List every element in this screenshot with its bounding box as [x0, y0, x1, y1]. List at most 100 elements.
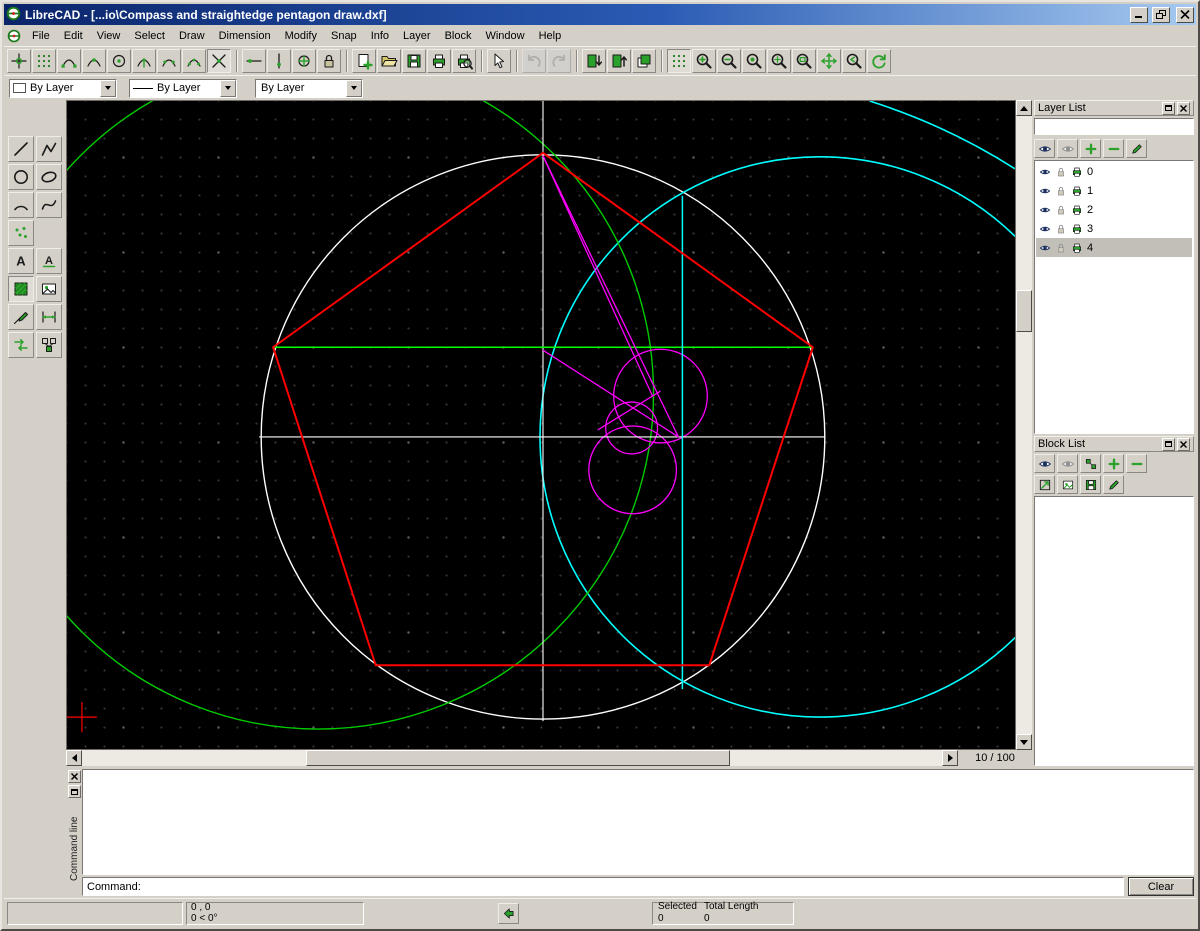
new-drawing-button[interactable] — [352, 49, 376, 73]
scroll-up-button[interactable] — [1016, 100, 1032, 116]
menu-help[interactable]: Help — [532, 27, 569, 45]
menu-snap[interactable]: Snap — [324, 27, 364, 45]
layer-print-icon[interactable] — [1071, 185, 1083, 197]
linewidth-dropdown-button[interactable] — [346, 80, 362, 97]
layer-lock-icon[interactable] — [1055, 223, 1067, 235]
tool-modify-button[interactable] — [8, 332, 34, 358]
zoom-window-button[interactable] — [792, 49, 816, 73]
remove-layer-button[interactable] — [1103, 139, 1124, 158]
scroll-left-button[interactable] — [66, 750, 82, 766]
minimize-button[interactable] — [1130, 7, 1148, 23]
layer-visible-icon[interactable] — [1039, 223, 1051, 235]
rename-block-button[interactable] — [1057, 475, 1078, 494]
command-dock-float-button[interactable] — [68, 785, 81, 798]
layer-list-float-button[interactable] — [1162, 102, 1175, 115]
tool-block-button[interactable] — [36, 332, 62, 358]
block-list-float-button[interactable] — [1162, 438, 1175, 451]
layer-lock-icon[interactable] — [1055, 166, 1067, 178]
cad-circle[interactable] — [67, 101, 654, 729]
tool-text-button[interactable]: A — [36, 248, 62, 274]
tool-spline-button[interactable] — [36, 192, 62, 218]
tool-mtext-button[interactable]: A — [8, 248, 34, 274]
edit-block-button[interactable] — [1103, 475, 1124, 494]
layer-list-close-button[interactable] — [1177, 102, 1190, 115]
set-relative-zero-button[interactable] — [292, 49, 316, 73]
undo-button[interactable] — [522, 49, 546, 73]
layer-row-4[interactable]: 4 — [1036, 238, 1192, 257]
snap-intersection-button[interactable] — [207, 49, 231, 73]
menu-info[interactable]: Info — [364, 27, 396, 45]
snap-auto-button[interactable] — [182, 49, 206, 73]
draw-order-bottom-button[interactable] — [582, 49, 606, 73]
remove-block-button[interactable] — [1126, 454, 1147, 473]
select-pointer-button[interactable] — [487, 49, 511, 73]
save-drawing-button[interactable] — [402, 49, 426, 73]
menu-file[interactable]: File — [25, 27, 57, 45]
zoom-in-button[interactable] — [692, 49, 716, 73]
snap-distance-button[interactable] — [157, 49, 181, 73]
layer-lock-icon[interactable] — [1055, 204, 1067, 216]
tool-dimension-button[interactable] — [36, 304, 62, 330]
layer-visible-icon[interactable] — [1039, 185, 1051, 197]
layer-visible-icon[interactable] — [1039, 204, 1051, 216]
draw-order-top-button[interactable] — [632, 49, 656, 73]
linewidth-combobox[interactable]: By Layer — [255, 79, 363, 98]
menu-view[interactable]: View — [90, 27, 128, 45]
print-preview-button[interactable] — [452, 49, 476, 73]
grid-toggle-button[interactable] — [667, 49, 691, 73]
snap-free-button[interactable] — [7, 49, 31, 73]
snap-grid-button[interactable] — [32, 49, 56, 73]
menu-draw[interactable]: Draw — [172, 27, 212, 45]
menu-app-icon[interactable] — [7, 29, 21, 43]
layer-row-2[interactable]: 2 — [1036, 200, 1192, 219]
redo-button[interactable] — [547, 49, 571, 73]
menu-modify[interactable]: Modify — [278, 27, 324, 45]
save-block-button[interactable] — [1080, 475, 1101, 494]
print-button[interactable] — [427, 49, 451, 73]
menu-window[interactable]: Window — [478, 27, 531, 45]
tool-polyline-edit-button[interactable] — [8, 304, 34, 330]
command-history[interactable] — [82, 769, 1194, 875]
menu-select[interactable]: Select — [127, 27, 172, 45]
layer-print-icon[interactable] — [1071, 204, 1083, 216]
linetype-combobox[interactable]: By Layer — [129, 79, 237, 98]
snap-on-entity-button[interactable] — [82, 49, 106, 73]
status-action-button[interactable] — [498, 903, 519, 924]
block-list-close-button[interactable] — [1177, 438, 1190, 451]
command-input[interactable]: Command: — [82, 877, 1124, 896]
horizontal-scrollbar[interactable] — [66, 750, 958, 766]
menu-layer[interactable]: Layer — [396, 27, 438, 45]
restrict-horizontal-button[interactable] — [242, 49, 266, 73]
close-button[interactable] — [1176, 7, 1194, 23]
draw-order-raise-button[interactable] — [607, 49, 631, 73]
drawing-canvas[interactable] — [66, 100, 1016, 750]
linetype-dropdown-button[interactable] — [220, 80, 236, 97]
open-drawing-button[interactable] — [377, 49, 401, 73]
layer-lock-icon[interactable] — [1055, 242, 1067, 254]
add-block-button[interactable] — [1103, 454, 1124, 473]
zoom-previous-button[interactable] — [842, 49, 866, 73]
layer-row-1[interactable]: 1 — [1036, 181, 1192, 200]
hide-all-layers-button[interactable] — [1057, 139, 1078, 158]
lock-relative-zero-button[interactable] — [317, 49, 341, 73]
snap-center-button[interactable] — [107, 49, 131, 73]
hide-all-blocks-button[interactable] — [1057, 454, 1078, 473]
cad-circle[interactable] — [606, 402, 658, 454]
show-all-blocks-button[interactable] — [1034, 454, 1055, 473]
horizontal-scroll-thumb[interactable] — [306, 750, 730, 766]
tool-arc-button[interactable] — [8, 192, 34, 218]
add-layer-button[interactable] — [1080, 139, 1101, 158]
cad-circle[interactable] — [589, 426, 677, 514]
layer-visible-icon[interactable] — [1039, 242, 1051, 254]
tool-line-button[interactable] — [8, 136, 34, 162]
clear-button[interactable]: Clear — [1128, 877, 1194, 896]
layer-lock-icon[interactable] — [1055, 185, 1067, 197]
zoom-redraw-button[interactable] — [867, 49, 891, 73]
zoom-point-button[interactable] — [767, 49, 791, 73]
toggle-block-visibility-button[interactable] — [1080, 454, 1101, 473]
layer-row-3[interactable]: 3 — [1036, 219, 1192, 238]
snap-endpoint-button[interactable] — [57, 49, 81, 73]
cad-circle[interactable] — [614, 349, 708, 443]
layer-print-icon[interactable] — [1071, 166, 1083, 178]
layer-filter-input[interactable] — [1034, 118, 1194, 135]
